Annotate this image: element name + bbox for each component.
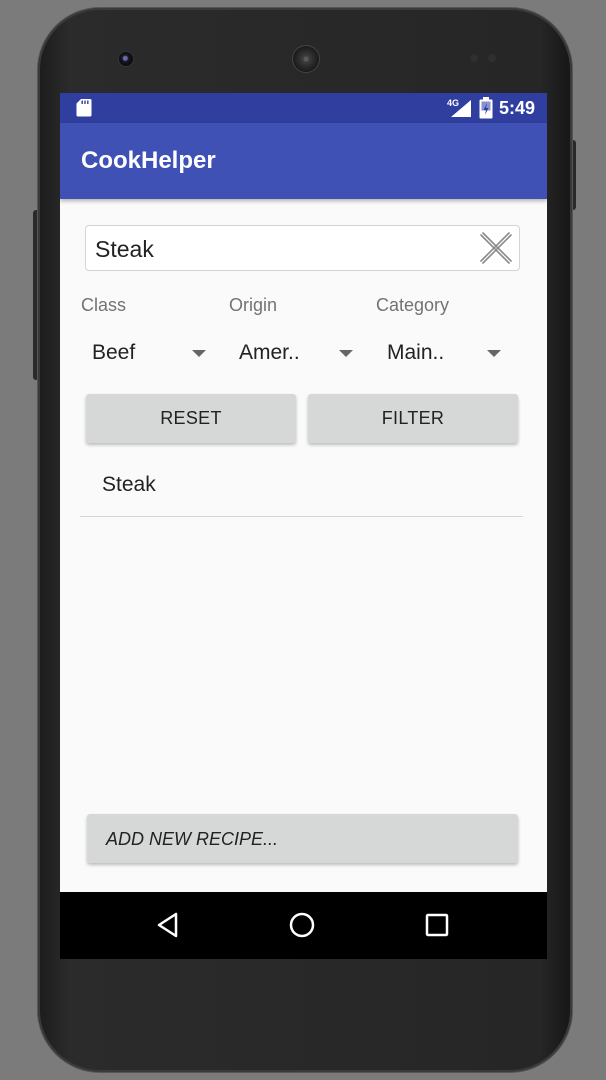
status-bar: 4G 5:49 (60, 93, 547, 123)
add-recipe-button[interactable]: ADD NEW RECIPE... (87, 814, 518, 863)
dropdown-arrow-icon (487, 350, 501, 357)
origin-value: Amer.. (239, 341, 300, 364)
home-icon[interactable] (287, 910, 317, 940)
proximity-sensor (470, 54, 478, 62)
category-label: Category (376, 295, 450, 315)
class-label: Class (81, 295, 127, 315)
search-value[interactable]: Steak (95, 236, 154, 263)
earpiece-speaker (292, 45, 320, 73)
origin-dropdown[interactable]: Amer.. (228, 333, 358, 373)
category-value: Main.. (387, 341, 445, 364)
close-icon[interactable] (477, 229, 515, 267)
app-screen: 4G 5:49 CookHelper Steak Class Origin Ca… (60, 93, 547, 959)
filter-button[interactable]: FILTER (308, 394, 518, 443)
dropdown-arrow-icon (339, 350, 353, 357)
light-sensor (488, 54, 496, 62)
reset-button[interactable]: RESET (86, 394, 296, 443)
class-dropdown[interactable]: Beef (81, 333, 211, 373)
origin-label: Origin (229, 295, 278, 315)
front-camera (118, 51, 134, 67)
emulator-stage: 4G 5:49 CookHelper Steak Class Origin Ca… (0, 0, 606, 1080)
signal-icon: 4G (447, 98, 471, 117)
back-icon[interactable] (154, 910, 184, 940)
dropdown-arrow-icon (192, 350, 206, 357)
search-input[interactable]: Steak (85, 225, 520, 271)
navigation-bar (60, 892, 547, 959)
sd-card-icon (76, 99, 92, 117)
battery-icon (479, 97, 493, 119)
network-type-label: 4G (447, 98, 459, 108)
app-toolbar: CookHelper (60, 123, 547, 199)
clock-time: 5:49 (498, 97, 535, 118)
app-title: CookHelper (81, 147, 216, 174)
recipe-name: Steak (102, 473, 156, 496)
class-value: Beef (92, 341, 136, 364)
add-recipe-label: ADD NEW RECIPE... (106, 829, 279, 849)
list-item[interactable]: Steak (80, 455, 523, 517)
recents-icon[interactable] (422, 910, 452, 940)
category-dropdown[interactable]: Main.. (376, 333, 506, 373)
